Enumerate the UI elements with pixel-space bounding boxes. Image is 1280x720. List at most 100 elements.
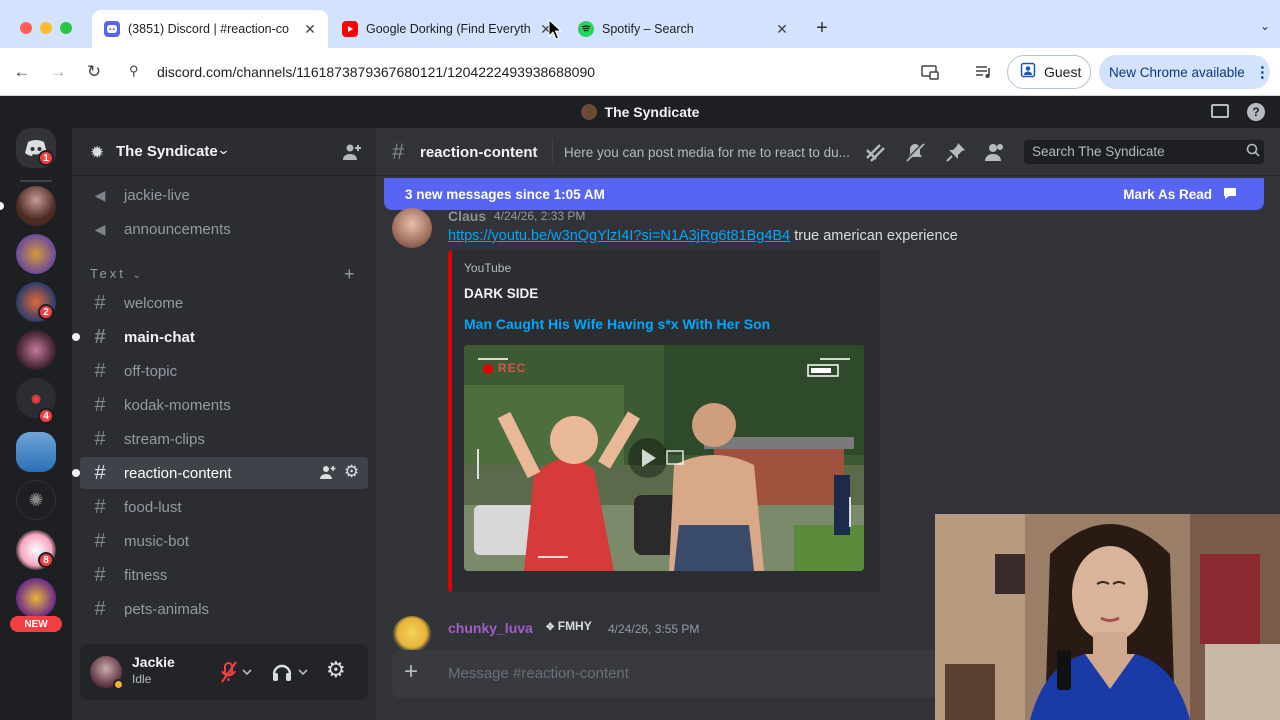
search-placeholder: Search The Syndicate — [1032, 144, 1165, 159]
server-rail: 1 2 ◉ 4 ✺ 8 NEW — [0, 128, 72, 720]
server-icon-community[interactable] — [16, 234, 56, 274]
cast-icon[interactable] — [918, 60, 942, 84]
hash-icon: # — [94, 597, 106, 620]
gear-icon[interactable]: ⚙ — [344, 462, 359, 482]
youtube-embed: YouTube DARK SIDE Man Caught His Wife Ha… — [448, 250, 880, 592]
window-title: The Syndicate — [604, 104, 700, 120]
server-icon-7[interactable]: ✺ — [16, 480, 56, 520]
avatar[interactable] — [392, 208, 432, 248]
pinned-messages-icon[interactable] — [946, 142, 966, 167]
server-boost-icon: ✹ — [90, 143, 105, 162]
message-author[interactable]: chunky_luva — [448, 620, 533, 636]
tab-youtube[interactable]: Google Dorking (Find Everyth ✕ — [330, 10, 564, 48]
avatar[interactable] — [392, 616, 432, 650]
user-tag[interactable]: ✥ FMHY — [546, 619, 592, 633]
header-divider — [552, 139, 553, 163]
notifications-muted-icon[interactable] — [904, 141, 926, 167]
search-input[interactable]: Search The Syndicate — [1024, 140, 1264, 164]
channel-pets-animals[interactable]: # pets-animals — [80, 593, 368, 625]
spotify-icon — [578, 21, 594, 37]
channel-announcements[interactable]: ◀ announcements — [80, 213, 368, 245]
message-timestamp: 4/24/26, 2:33 PM — [494, 209, 586, 223]
channel-main-chat[interactable]: # main-chat — [72, 321, 368, 353]
new-messages-bar[interactable]: 3 new messages since 1:05 AM Mark As Rea… — [384, 178, 1264, 210]
close-window-button[interactable] — [20, 22, 32, 34]
threads-icon[interactable] — [864, 142, 886, 167]
embed-title[interactable]: Man Caught His Wife Having s*x With Her … — [464, 316, 770, 332]
update-chrome-button[interactable]: New Chrome available ⋮ — [1099, 55, 1270, 89]
channel-fitness[interactable]: # fitness — [80, 559, 368, 591]
video-thumbnail[interactable]: REC — [464, 345, 864, 571]
message-link[interactable]: https://youtu.be/w3nQgYlzI4I?si=N1A3jRg6… — [448, 228, 790, 244]
browser-toolbar: ← → ↻ ⚲ discord.com/channels/11618738793… — [0, 48, 1280, 96]
rec-label: REC — [498, 361, 527, 375]
server-header[interactable]: ✹ The Syndicate ⌄ — [72, 128, 376, 176]
hash-icon: # — [94, 563, 106, 586]
member-list-icon[interactable] — [984, 142, 1006, 167]
unread-badge: 1 — [38, 150, 54, 166]
create-channel-icon[interactable]: + — [344, 264, 355, 285]
back-icon[interactable]: ← — [10, 60, 34, 84]
channel-welcome[interactable]: # welcome — [80, 287, 368, 319]
minimize-window-button[interactable] — [40, 22, 52, 34]
channel-jackie-live[interactable]: ◀ jackie-live — [80, 179, 368, 211]
category-text[interactable]: Text ⌄ — [90, 266, 141, 281]
tab-spotify[interactable]: Spotify – Search ✕ — [566, 10, 800, 48]
headphones-icon[interactable] — [272, 660, 310, 689]
channel-stream-clips[interactable]: # stream-clips — [80, 423, 368, 455]
server-icon-jackie[interactable] — [16, 186, 56, 226]
category-label: Text — [90, 266, 126, 281]
channel-name: food-lust — [124, 498, 182, 516]
channel-food-lust[interactable]: # food-lust — [80, 491, 368, 523]
inbox-icon[interactable] — [1211, 104, 1229, 118]
user-panel: Jackie Idle ⚙ — [80, 644, 368, 700]
new-servers-badge[interactable]: NEW — [10, 616, 62, 632]
kebab-menu-icon[interactable]: ⋮ — [1255, 63, 1270, 81]
forward-icon[interactable]: → — [46, 60, 70, 84]
channel-name: off-topic — [124, 362, 178, 380]
close-tab-icon[interactable]: ✕ — [772, 21, 792, 38]
server-icon-community-2[interactable] — [16, 578, 56, 618]
tab-search-icon[interactable]: ⌄ — [1256, 19, 1274, 37]
close-tab-icon[interactable]: ✕ — [300, 21, 320, 38]
username[interactable]: Jackie — [132, 654, 175, 670]
message-author[interactable]: Claus — [448, 208, 486, 224]
server-icon-6[interactable] — [16, 432, 56, 472]
maximize-window-button[interactable] — [60, 22, 72, 34]
server-icon-4[interactable] — [16, 330, 56, 370]
server-icon — [580, 104, 597, 120]
embed-provider[interactable]: YouTube — [464, 261, 511, 275]
unread-indicator — [0, 202, 4, 210]
attach-plus-icon[interactable]: + — [404, 660, 418, 684]
channel-kodak-moments[interactable]: # kodak-moments — [80, 389, 368, 421]
media-control-icon[interactable] — [972, 60, 996, 84]
discord-icon — [104, 21, 120, 37]
user-settings-gear-icon[interactable]: ⚙ — [326, 657, 346, 683]
mark-read-icon[interactable] — [1222, 186, 1238, 203]
rail-divider — [20, 180, 52, 182]
invite-people-icon[interactable] — [342, 142, 362, 167]
url-text[interactable]: discord.com/channels/1161873879367680121… — [157, 64, 595, 80]
server-name: The Syndicate — [116, 143, 218, 160]
address-bar[interactable]: ⚲ discord.com/channels/11618738793676801… — [120, 55, 906, 89]
channel-music-bot[interactable]: # music-bot — [80, 525, 368, 557]
new-tab-button[interactable]: + — [810, 17, 834, 41]
chevron-down-icon: ⌄ — [132, 270, 141, 281]
channel-topic[interactable]: Here you can post media for me to react … — [564, 145, 850, 160]
embed-author[interactable]: DARK SIDE — [464, 286, 538, 301]
site-info-icon[interactable]: ⚲ — [129, 63, 139, 79]
channel-off-topic[interactable]: # off-topic — [80, 355, 368, 387]
tab-discord[interactable]: (3851) Discord | #reaction-co ✕ — [92, 10, 328, 48]
chevron-down-icon: ⌄ — [216, 142, 231, 157]
reload-icon[interactable]: ↻ — [82, 60, 106, 84]
new-messages-text: 3 new messages since 1:05 AM — [405, 186, 605, 202]
mute-microphone-icon[interactable] — [220, 660, 260, 684]
help-icon[interactable]: ? — [1247, 103, 1265, 121]
profile-guest-button[interactable]: Guest — [1007, 55, 1091, 89]
create-invite-icon[interactable] — [320, 464, 336, 484]
hash-icon: # — [94, 427, 106, 450]
channel-name: kodak-moments — [124, 396, 231, 414]
mark-as-read-button[interactable]: Mark As Read — [1123, 187, 1212, 202]
channel-header: # reaction-content Here you can post med… — [376, 128, 1280, 176]
channel-reaction-content[interactable]: # reaction-content ⚙ — [72, 457, 368, 489]
